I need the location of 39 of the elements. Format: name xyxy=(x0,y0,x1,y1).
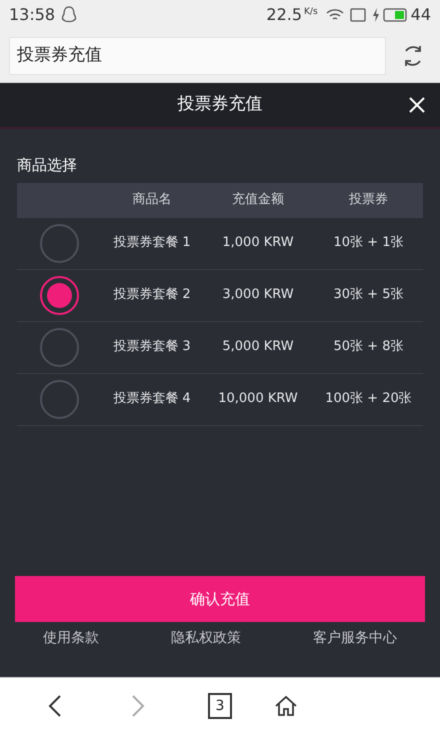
speed-unit: K/s xyxy=(304,6,318,19)
radio-button[interactable] xyxy=(40,328,79,366)
back-icon[interactable] xyxy=(48,694,62,718)
close-icon[interactable] xyxy=(408,96,426,114)
package-name: 投票券套餐 2 xyxy=(113,286,191,304)
footer-link[interactable]: 客户服务中心 xyxy=(313,628,397,649)
package-name: 投票券套餐 4 xyxy=(113,390,191,408)
tickets: 100张 + 20张 xyxy=(325,390,412,408)
penguin-icon xyxy=(61,6,78,24)
network-speed: 22.5 xyxy=(266,4,302,26)
tickets: 50张 + 8张 xyxy=(334,338,404,356)
charging-icon xyxy=(372,8,380,22)
section-title: 商品选择 xyxy=(17,155,78,176)
home-icon[interactable] xyxy=(274,694,298,716)
radio-button[interactable] xyxy=(40,224,79,262)
amount: 3,000 KRW xyxy=(222,286,294,304)
package-name: 投票券套餐 1 xyxy=(113,234,191,252)
amount: 5,000 KRW xyxy=(222,338,294,356)
wifi-icon xyxy=(326,8,344,22)
radio-button[interactable] xyxy=(40,276,79,314)
amount: 1,000 KRW xyxy=(222,234,294,252)
column-header: 投票券 xyxy=(349,191,388,210)
sim-icon xyxy=(350,8,366,22)
battery-icon xyxy=(382,8,408,22)
dialog-title: 投票券充值 xyxy=(178,93,262,116)
confirm-button[interactable]: 确认充值 xyxy=(15,576,425,622)
status-time: 13:58 xyxy=(9,4,56,26)
address-field[interactable]: 投票券充值 xyxy=(9,37,386,75)
radio-button[interactable] xyxy=(40,380,79,418)
battery-level: 44 xyxy=(410,4,431,26)
tab-count[interactable]: 3 xyxy=(208,692,232,718)
footer-link[interactable]: 隐私权政策 xyxy=(171,628,241,649)
column-header: 充值金额 xyxy=(232,191,284,210)
footer-link[interactable]: 使用条款 xyxy=(43,628,99,649)
package-name: 投票券套餐 3 xyxy=(113,338,191,356)
tickets: 30张 + 5张 xyxy=(334,286,404,304)
amount: 10,000 KRW xyxy=(218,390,298,408)
tickets: 10张 + 1张 xyxy=(334,234,404,252)
column-header: 商品名 xyxy=(132,191,172,210)
